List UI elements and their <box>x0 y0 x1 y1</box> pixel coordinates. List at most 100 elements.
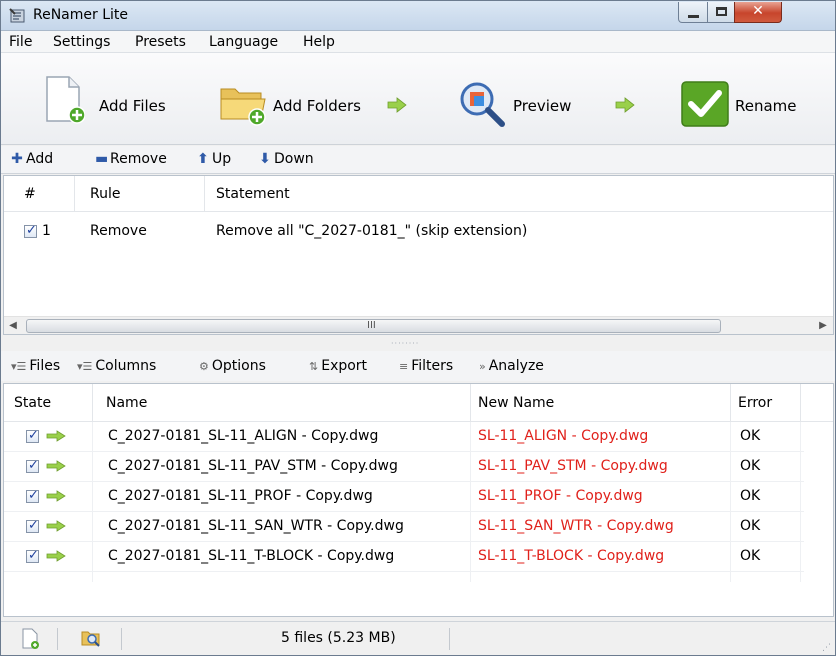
minimize-icon <box>688 15 699 18</box>
close-button[interactable]: ✕ <box>734 2 782 23</box>
scroll-right-icon[interactable]: ▶ <box>816 319 830 333</box>
rules-table: # Rule Statement ✓ 1 Remove Remove all "… <box>3 175 834 335</box>
column-divider[interactable] <box>470 384 471 422</box>
rule-row[interactable]: ✓ 1 Remove Remove all "C_2027-0181_" (sk… <box>4 220 833 244</box>
file-name: C_2027-0181_SL-11_T-BLOCK - Copy.dwg <box>108 548 395 564</box>
rule-enabled-checkbox[interactable]: ✓ <box>24 223 37 238</box>
file-row[interactable]: ✓ C_2027-0181_SL-11_T-BLOCK - Copy.dwg S… <box>4 542 804 572</box>
rule-statement: Remove all "C_2027-0181_" (skip extensio… <box>216 223 528 239</box>
file-enabled-checkbox[interactable]: ✓ <box>26 428 39 443</box>
column-divider[interactable] <box>730 384 731 422</box>
export-menu-button[interactable]: ⇅ Export <box>309 358 367 374</box>
minimize-button[interactable] <box>678 2 708 23</box>
menu-settings[interactable]: Settings <box>53 34 110 50</box>
add-folders-icon <box>220 88 266 126</box>
filters-menu-button[interactable]: ≡ Filters <box>399 358 453 374</box>
title-bar[interactable]: ReNamer Lite ✕ <box>1 1 835 31</box>
file-enabled-checkbox[interactable]: ✓ <box>26 518 39 533</box>
rename-button[interactable]: Rename <box>677 53 827 145</box>
files-col-error[interactable]: Error <box>738 395 772 411</box>
rules-horizontal-scrollbar[interactable]: ◀ III ▶ <box>4 316 833 334</box>
resize-grip-icon[interactable]: ⋰ <box>822 643 831 653</box>
move-down-button[interactable]: ⬇ Down <box>259 151 314 167</box>
move-down-label: Down <box>274 151 314 167</box>
menu-presets[interactable]: Presets <box>135 34 186 50</box>
options-menu-button[interactable]: ⚙ Options <box>199 358 266 374</box>
files-col-state[interactable]: State <box>14 395 51 411</box>
columns-menu-label: Columns <box>95 358 157 374</box>
file-new-name: SL-11_SAN_WTR - Copy.dwg <box>478 518 674 534</box>
analyze-menu-button[interactable]: » Analyze <box>479 358 544 374</box>
file-new-name: SL-11_ALIGN - Copy.dwg <box>478 428 649 444</box>
files-table: State Name New Name Error ✓ C_2027-0181_… <box>3 383 834 617</box>
preview-magnifier-icon <box>460 82 505 127</box>
rule-name: Remove <box>90 223 147 239</box>
files-menu-button[interactable]: ▾☰ Files <box>11 358 60 374</box>
minus-icon: ▬ <box>95 151 109 167</box>
add-files-icon <box>46 76 85 124</box>
export-menu-label: Export <box>321 358 368 374</box>
move-up-label: Up <box>212 151 232 167</box>
add-file-small-icon[interactable] <box>21 628 39 650</box>
file-row[interactable]: ✓ C_2027-0181_SL-11_ALIGN - Copy.dwg SL-… <box>4 422 804 452</box>
state-arrow-icon <box>46 460 66 472</box>
scroll-left-icon[interactable]: ◀ <box>6 319 20 333</box>
rename-check-icon <box>681 81 729 127</box>
scroll-grip: III <box>367 320 376 331</box>
rules-table-header: # Rule Statement <box>4 176 833 212</box>
menu-icon: ▾☰ <box>11 360 27 373</box>
maximize-button[interactable] <box>707 2 735 23</box>
files-col-name[interactable]: Name <box>106 395 147 411</box>
file-error: OK <box>740 488 761 504</box>
add-rule-button[interactable]: ✚ Add <box>11 151 53 167</box>
rules-col-rule[interactable]: Rule <box>90 186 120 202</box>
file-enabled-checkbox[interactable]: ✓ <box>26 458 39 473</box>
rules-col-statement[interactable]: Statement <box>216 186 290 202</box>
state-arrow-icon <box>46 490 66 502</box>
rules-col-number[interactable]: # <box>24 186 36 202</box>
column-divider[interactable] <box>800 384 801 422</box>
state-arrow-icon <box>46 550 66 562</box>
filters-menu-label: Filters <box>411 358 454 374</box>
preview-button[interactable]: Preview <box>451 53 641 145</box>
menu-language[interactable]: Language <box>209 34 278 50</box>
scroll-thumb[interactable]: III <box>26 319 721 333</box>
step-arrow-icon <box>615 97 635 113</box>
menu-icon: ▾☰ <box>77 360 93 373</box>
columns-menu-button[interactable]: ▾☰ Columns <box>77 358 156 374</box>
main-toolbar: Add Files Add Folders Preview Rename <box>1 53 835 145</box>
column-divider[interactable] <box>74 176 75 212</box>
file-enabled-checkbox[interactable]: ✓ <box>26 548 39 563</box>
arrow-up-icon: ⬆ <box>197 151 209 167</box>
file-row[interactable]: ✓ C_2027-0181_SL-11_PROF - Copy.dwg SL-1… <box>4 482 804 512</box>
add-folders-label: Add Folders <box>273 97 361 115</box>
file-new-name: SL-11_PAV_STM - Copy.dwg <box>478 458 668 474</box>
check-icon: ✓ <box>28 488 39 503</box>
state-arrow-icon <box>46 430 66 442</box>
analyze-icon: » <box>479 360 486 373</box>
status-divider <box>57 628 58 650</box>
file-enabled-checkbox[interactable]: ✓ <box>26 488 39 503</box>
file-row[interactable]: ✓ C_2027-0181_SL-11_PAV_STM - Copy.dwg S… <box>4 452 804 482</box>
remove-rule-label: Remove <box>110 151 167 167</box>
column-divider[interactable] <box>204 176 205 212</box>
remove-rule-button[interactable]: ▬ Remove <box>95 151 167 167</box>
file-count-status: 5 files (5.23 MB) <box>281 630 396 646</box>
add-files-button[interactable]: Add Files <box>1 53 201 145</box>
filter-icon: ≡ <box>399 360 409 373</box>
panel-splitter[interactable]: ········ <box>391 339 419 348</box>
file-name: C_2027-0181_SL-11_PROF - Copy.dwg <box>108 488 373 504</box>
column-divider[interactable] <box>92 384 93 422</box>
options-menu-label: Options <box>211 358 266 374</box>
check-icon: ✓ <box>28 428 39 443</box>
add-folders-button[interactable]: Add Folders <box>201 53 436 145</box>
menu-file[interactable]: File <box>9 34 32 50</box>
menu-help[interactable]: Help <box>303 34 335 50</box>
file-row[interactable]: ✓ C_2027-0181_SL-11_SAN_WTR - Copy.dwg S… <box>4 512 804 542</box>
rule-number: 1 <box>42 223 51 239</box>
file-name: C_2027-0181_SL-11_SAN_WTR - Copy.dwg <box>108 518 404 534</box>
folder-search-icon[interactable] <box>81 628 101 648</box>
move-up-button[interactable]: ⬆ Up <box>197 151 231 167</box>
files-col-new-name[interactable]: New Name <box>478 395 554 411</box>
maximize-icon <box>716 7 727 16</box>
